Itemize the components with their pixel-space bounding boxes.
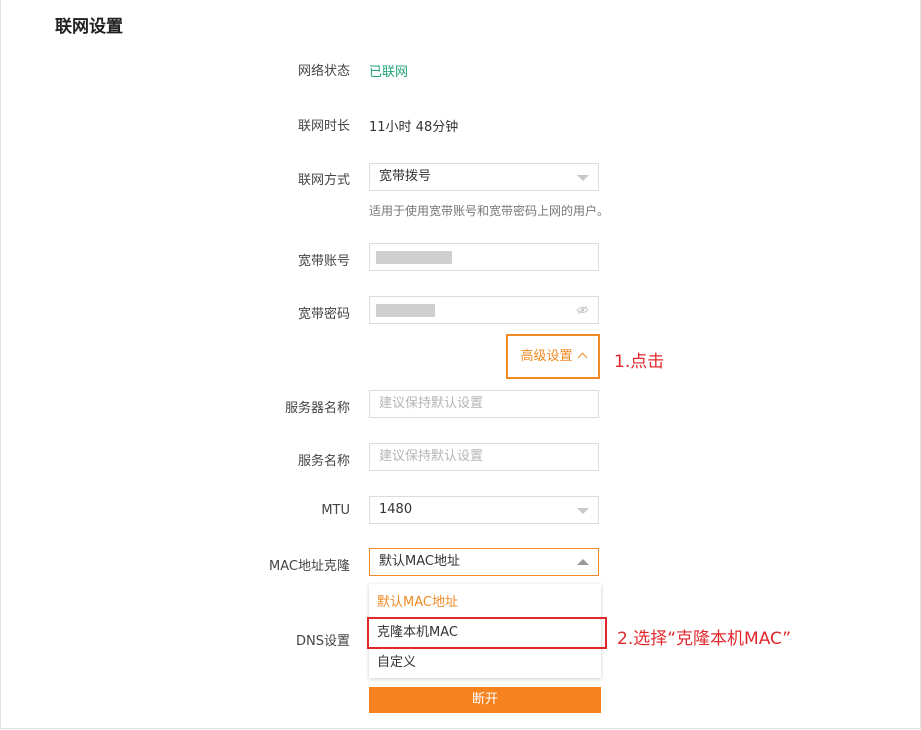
mac-clone-select[interactable]: 默认MAC地址	[369, 548, 599, 576]
mtu-select[interactable]: 1480	[369, 496, 599, 524]
broadband-password-input[interactable]	[369, 296, 599, 324]
annotation-step1: 1.点击	[614, 352, 665, 372]
service-name-placeholder: 建议保持默认设置	[379, 449, 484, 464]
chevron-down-icon	[577, 508, 589, 514]
broadband-account-input[interactable]	[369, 243, 599, 271]
advanced-settings-label: 高级设置	[520, 349, 573, 364]
service-name-label: 服务名称	[297, 454, 350, 469]
mac-clone-value: 默认MAC地址	[379, 554, 460, 569]
mtu-label: MTU	[321, 503, 350, 518]
online-duration-label: 联网时长	[297, 119, 350, 134]
server-name-input[interactable]: 建议保持默认设置	[369, 390, 599, 418]
option-default-mac[interactable]: 默认MAC地址	[369, 588, 601, 618]
advanced-settings-toggle[interactable]: 高级设置	[506, 334, 600, 379]
mtu-value: 1480	[379, 502, 413, 517]
server-name-placeholder: 建议保持默认设置	[379, 396, 484, 411]
page-title: 联网设置	[55, 17, 123, 37]
hide-password-icon[interactable]	[576, 305, 589, 315]
connection-type-select[interactable]: 宽带拨号	[369, 163, 599, 191]
chevron-up-icon	[577, 352, 587, 363]
network-status-label: 网络状态	[297, 64, 350, 79]
connection-type-hint: 适用于使用宽带账号和宽带密码上网的用户。	[369, 204, 610, 218]
connection-type-label: 联网方式	[297, 173, 350, 188]
broadband-account-label: 宽带账号	[297, 254, 350, 269]
highlight-box	[367, 617, 607, 649]
annotation-step2: 2.选择“克隆本机MAC”	[617, 629, 792, 649]
mac-clone-label: MAC地址克隆	[269, 559, 350, 574]
service-name-input[interactable]: 建议保持默认设置	[369, 443, 599, 471]
chevron-up-icon	[577, 559, 589, 565]
online-duration-value: 11小时 48分钟	[369, 120, 459, 135]
redacted-password	[376, 304, 435, 317]
network-status-value: 已联网	[369, 65, 409, 80]
chevron-down-icon	[577, 175, 589, 181]
disconnect-button[interactable]: 断开	[369, 687, 601, 713]
server-name-label: 服务器名称	[284, 401, 350, 416]
connection-type-value: 宽带拨号	[379, 169, 432, 184]
broadband-password-label: 宽带密码	[297, 307, 350, 322]
redacted-account	[376, 251, 452, 264]
option-custom[interactable]: 自定义	[369, 648, 601, 678]
dns-settings-label: DNS设置	[296, 634, 350, 649]
